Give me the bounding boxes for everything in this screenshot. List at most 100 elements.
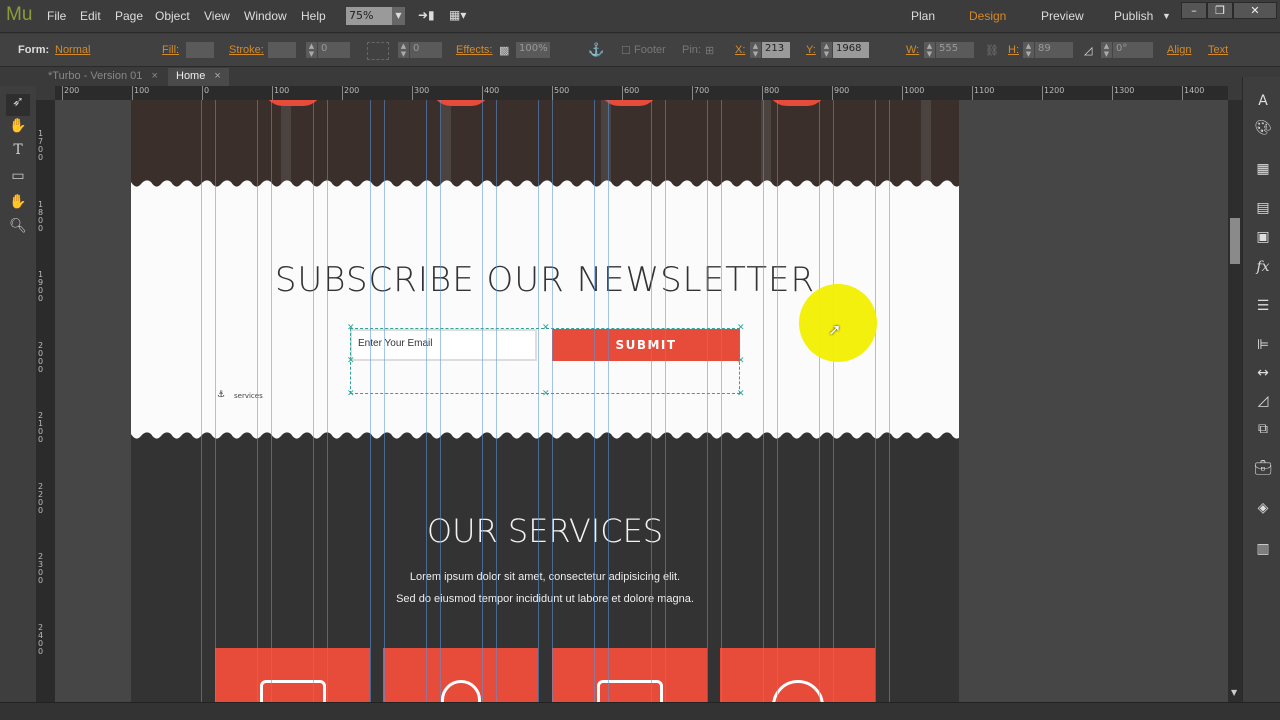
resize-handle[interactable]: ✕ (737, 324, 745, 333)
swatches-panel-icon[interactable]: 🎨︎ (1253, 120, 1273, 140)
link-proportions-icon[interactable]: ⛓ (985, 44, 999, 57)
h-field[interactable]: 89 (1035, 42, 1073, 58)
tab-turbo-version[interactable]: *Turbo - Version 01 × (40, 68, 166, 86)
view-mode-icon[interactable]: ▦▾ (449, 8, 466, 22)
effects-link[interactable]: Effects: (456, 44, 492, 56)
ruler-tick (342, 86, 343, 100)
x-field[interactable]: 213 (762, 42, 790, 58)
ruler-label: 100 (274, 86, 290, 95)
ruler-tick (482, 86, 483, 100)
fill-link[interactable]: Fill: (162, 44, 179, 56)
corner-radius-icon (367, 42, 389, 60)
horizontal-ruler[interactable]: 200 100 0 100 200 300 400 500 600 700 800 900 1000 11… (55, 86, 1228, 100)
footer-checkbox[interactable]: ☐ (621, 44, 631, 57)
scrollbar-thumb[interactable] (1230, 218, 1240, 264)
anchor-icon[interactable]: ⚓ (588, 42, 604, 58)
arrange-panel-icon[interactable]: ⧉ (1253, 421, 1273, 441)
spacing-panel-icon[interactable]: ↔ (1253, 365, 1273, 385)
ruler-tick (972, 86, 973, 100)
workspace-plan[interactable]: Plan (911, 9, 935, 23)
stroke-swatch[interactable] (268, 42, 296, 58)
page-content[interactable]: SUBSCRIBE OUR NEWSLETTER Enter Your Emai… (131, 100, 959, 702)
stroke-width-spinner[interactable]: ▲ ▼ (306, 42, 318, 58)
library-panel-icon[interactable]: ▥ (1253, 541, 1273, 561)
transform-panel-icon[interactable]: ▣ (1253, 229, 1273, 249)
workspace-design[interactable]: Design (969, 9, 1006, 23)
paragraph-panel-icon[interactable]: ☰ (1253, 298, 1273, 318)
workspace-preview[interactable]: Preview (1041, 9, 1084, 23)
add-page-icon[interactable]: ➜▮ (418, 8, 435, 22)
text-panel-icon[interactable]: A (1253, 93, 1273, 113)
rectangle-tool-icon[interactable]: ▭ (6, 168, 30, 190)
resize-handle[interactable]: ✕ (347, 390, 355, 399)
ruler-tick (552, 86, 553, 100)
resize-handle[interactable]: ✕ (542, 324, 550, 333)
resize-handle[interactable]: ✕ (347, 357, 355, 366)
resize-handle[interactable]: ✕ (737, 390, 745, 399)
vertical-scrollbar[interactable]: ▼ (1228, 100, 1242, 702)
effects-panel-icon[interactable]: fx (1253, 259, 1273, 279)
service-card-monitor[interactable] (215, 648, 370, 702)
x-spinner[interactable]: ▲ ▼ (750, 42, 762, 58)
w-field[interactable]: 555 (936, 42, 974, 58)
anchor-icon[interactable]: ⚓ (217, 390, 225, 400)
zoom-dropdown-icon[interactable]: ▼ (392, 7, 405, 25)
rotation-field[interactable]: 0° (1113, 42, 1153, 58)
close-tab-icon[interactable]: × (214, 70, 220, 82)
ruler-label: 200 (344, 86, 360, 95)
resize-handle[interactable]: ✕ (542, 390, 550, 399)
radius-field[interactable]: 0 (410, 42, 442, 58)
selection-tool-icon[interactable]: ➶ (6, 94, 30, 116)
zoom-tool-icon[interactable]: 🔍︎ (6, 218, 30, 240)
menu-edit[interactable]: Edit (80, 9, 101, 23)
radius-spinner[interactable]: ▲ ▼ (398, 42, 410, 58)
form-state-link[interactable]: Normal (55, 44, 90, 56)
scroll-down-icon[interactable]: ▼ (1231, 688, 1237, 697)
rotation-spinner[interactable]: ▲ ▼ (1101, 42, 1113, 58)
service-card-thumbs-up[interactable] (383, 648, 538, 702)
h-spinner[interactable]: ▲ ▼ (1023, 42, 1035, 58)
menu-help[interactable]: Help (301, 9, 326, 23)
assets-panel-icon[interactable]: ▦ (1253, 161, 1273, 181)
align-link[interactable]: Align (1167, 44, 1191, 56)
resize-handle[interactable]: ✕ (347, 324, 355, 333)
close-button[interactable]: ✕ (1233, 2, 1277, 19)
w-spinner[interactable]: ▲ ▼ (924, 42, 936, 58)
publish-dropdown-icon[interactable]: ▼ (1162, 11, 1171, 21)
wave-edge-top (131, 176, 959, 196)
design-canvas[interactable]: SUBSCRIBE OUR NEWSLETTER Enter Your Emai… (55, 100, 1228, 702)
stroke-width-field[interactable]: 0 (318, 42, 350, 58)
service-card-truck[interactable] (552, 648, 707, 702)
fill-swatch[interactable] (186, 42, 214, 58)
angle-panel-icon[interactable]: ◿ (1253, 393, 1273, 413)
pin-icon[interactable]: ⊞ (705, 44, 714, 57)
y-field[interactable]: 1968 (833, 42, 869, 58)
y-spinner[interactable]: ▲ ▼ (821, 42, 833, 58)
menu-object[interactable]: Object (155, 9, 190, 23)
minimize-button[interactable]: – (1181, 2, 1207, 19)
stroke-link[interactable]: Stroke: (229, 44, 264, 56)
menu-view[interactable]: View (204, 9, 230, 23)
menu-window[interactable]: Window (244, 9, 287, 23)
menu-page[interactable]: Page (115, 9, 143, 23)
restore-button[interactable]: ❐ (1207, 2, 1233, 19)
selection-bounding-box[interactable] (350, 328, 740, 394)
close-tab-icon[interactable]: × (151, 70, 157, 82)
crop-tool-icon[interactable]: ✋ (6, 118, 30, 140)
effects-icon[interactable]: ▩ (499, 44, 509, 57)
vertical-ruler[interactable]: 1700 1800 1900 2000 2100 2200 2300 2400 (36, 100, 55, 702)
column-guide (201, 100, 202, 702)
align-panel-icon[interactable]: ⊫ (1253, 337, 1273, 357)
states-panel-icon[interactable]: ▤ (1253, 200, 1273, 220)
resize-handle[interactable]: ✕ (737, 357, 745, 366)
menu-file[interactable]: File (47, 9, 66, 23)
text-link[interactable]: Text (1208, 44, 1228, 56)
hand-tool-icon[interactable]: ✋ (6, 194, 30, 216)
layers-panel-icon[interactable]: ◈ (1253, 500, 1273, 520)
text-tool-icon[interactable]: T (6, 142, 30, 164)
widgets-panel-icon[interactable]: 💼︎ (1253, 460, 1273, 480)
opacity-field[interactable]: 100% (516, 42, 550, 58)
workspace-publish[interactable]: Publish (1114, 9, 1153, 23)
tab-home[interactable]: Home × (168, 68, 229, 86)
service-card-support[interactable] (720, 648, 875, 702)
